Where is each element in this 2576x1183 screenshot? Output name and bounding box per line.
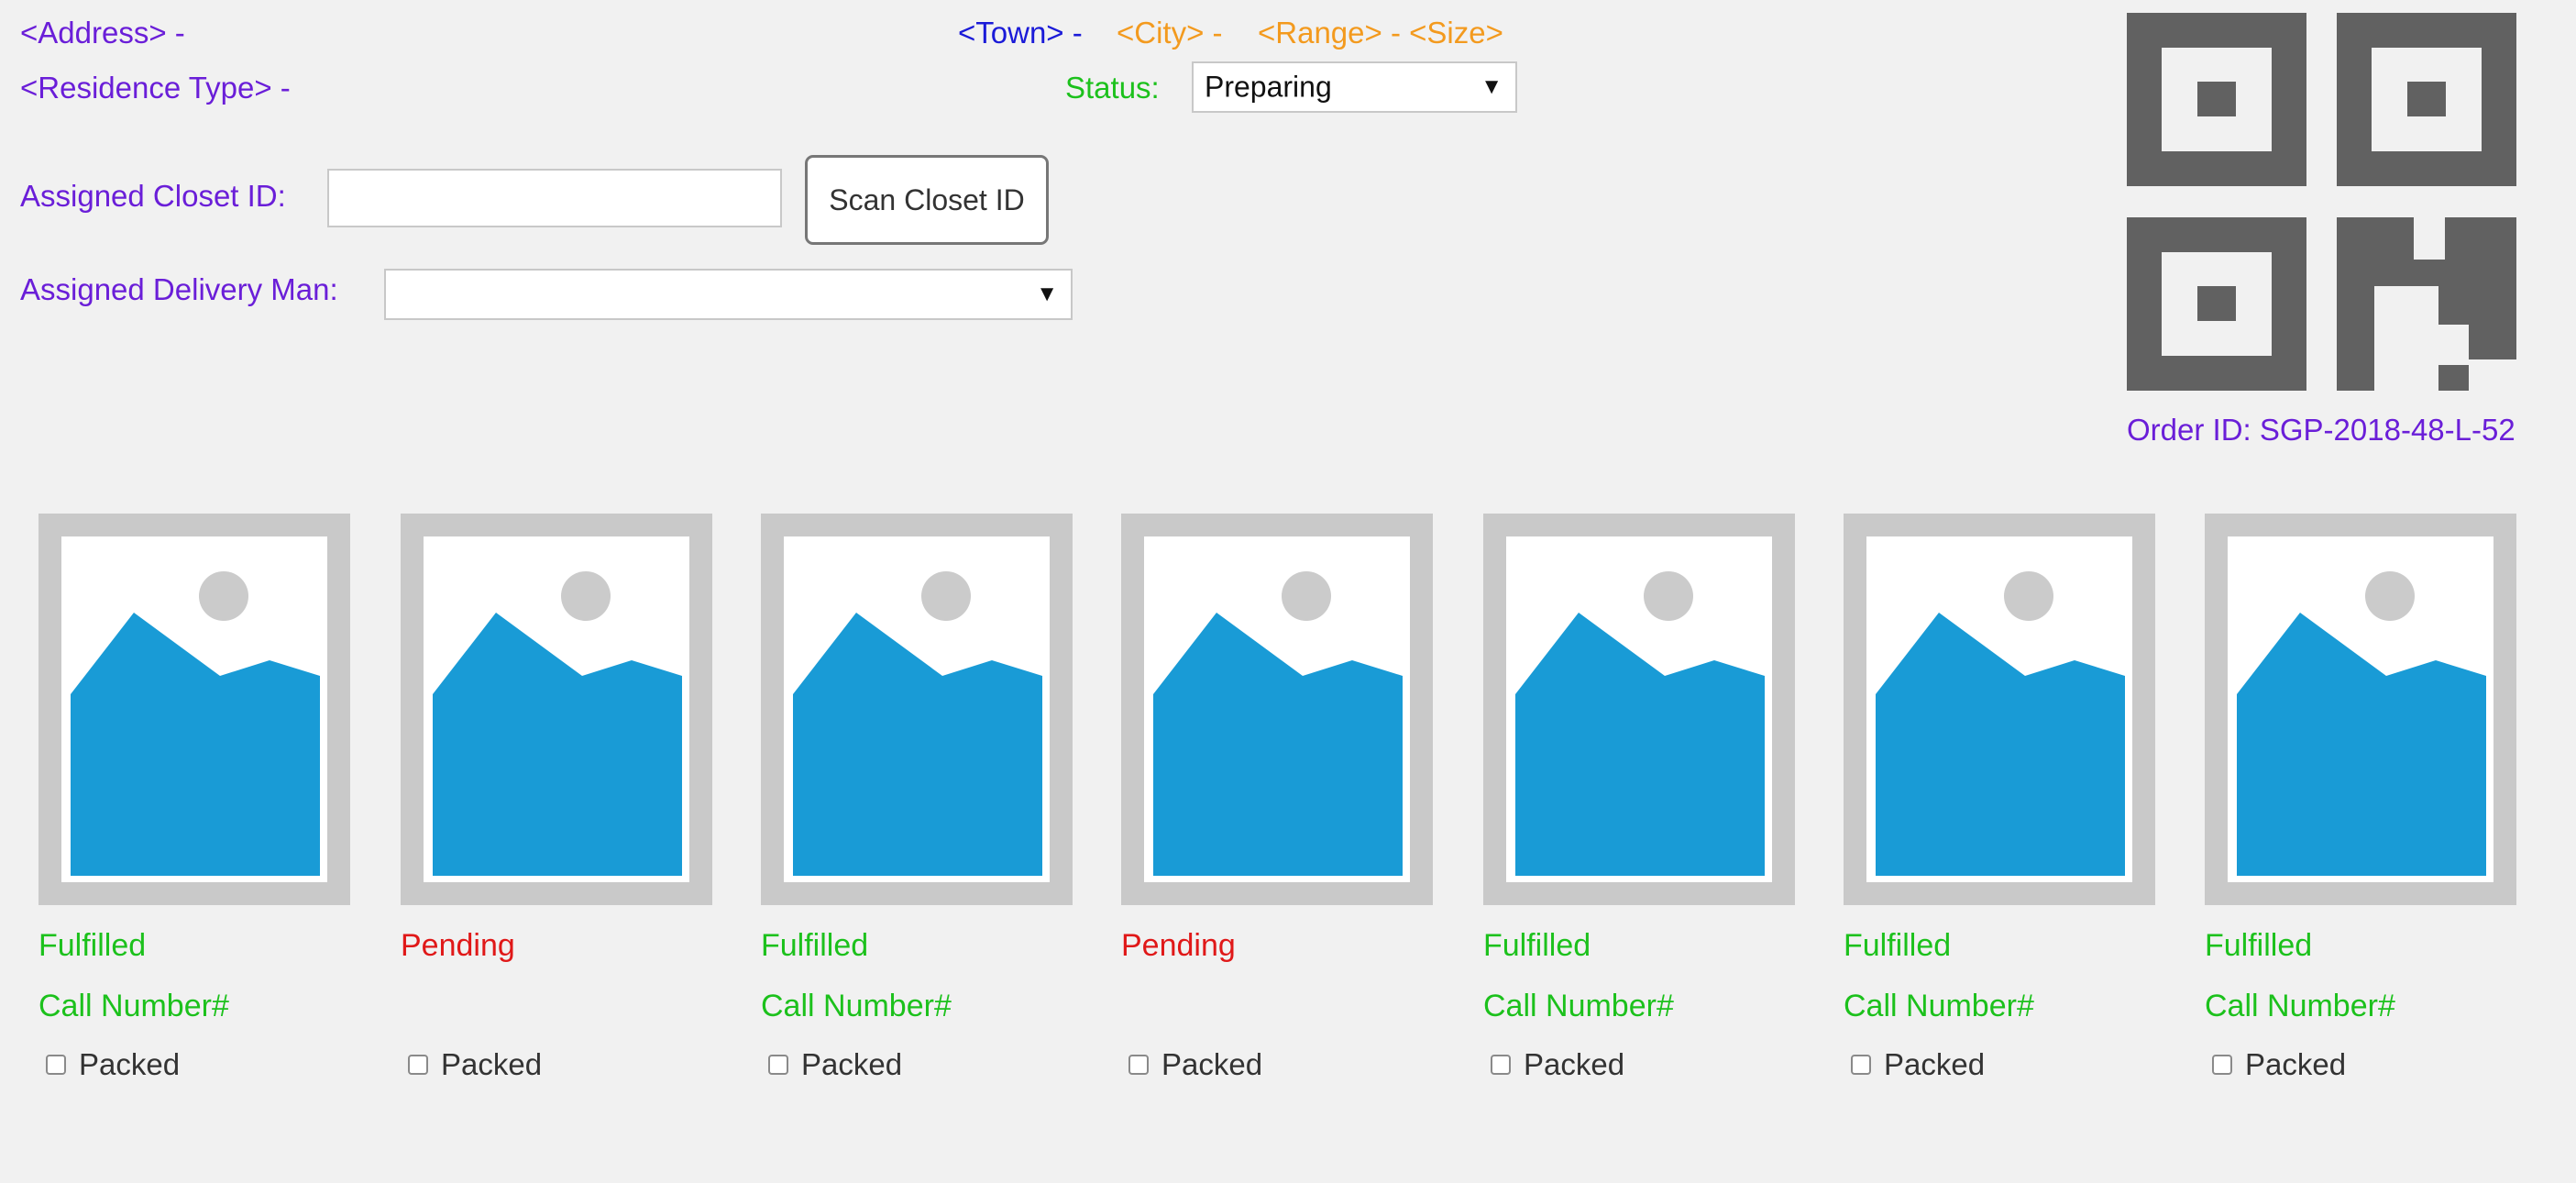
item-card: Fulfilled Call Number# Packed: [39, 514, 350, 1081]
checkbox-box[interactable]: [768, 1055, 788, 1075]
packed-label: Packed: [79, 1047, 181, 1081]
call-number-link[interactable]: Call Number#: [39, 989, 229, 1024]
item-card: Fulfilled Call Number# Packed: [1483, 514, 1795, 1081]
image-placeholder-icon[interactable]: [401, 514, 712, 905]
delivery-man-select[interactable]: ▼: [384, 269, 1073, 320]
checkbox-box[interactable]: [1491, 1055, 1511, 1075]
item-card: Fulfilled Call Number# Packed: [1844, 514, 2155, 1081]
packed-checkbox[interactable]: Packed: [2212, 1047, 2346, 1082]
chevron-down-icon: ▼: [1481, 74, 1503, 99]
packed-checkbox[interactable]: Packed: [1491, 1047, 1624, 1082]
packed-label: Packed: [1884, 1047, 1986, 1081]
item-status: Fulfilled: [39, 928, 147, 963]
item-card: Pending Packed: [401, 514, 712, 1081]
scan-closet-id-button[interactable]: Scan Closet ID: [805, 155, 1049, 245]
image-placeholder-icon[interactable]: [1844, 514, 2155, 905]
status-label: Status:: [1065, 71, 1160, 105]
image-placeholder-icon[interactable]: [1121, 514, 1433, 905]
image-placeholder-icon[interactable]: [1483, 514, 1795, 905]
checkbox-box[interactable]: [2212, 1055, 2232, 1075]
packed-label: Packed: [801, 1047, 903, 1081]
address-label: <Address> -: [20, 16, 185, 50]
packed-label: Packed: [2245, 1047, 2347, 1081]
call-number-link[interactable]: Call Number#: [1483, 989, 1674, 1024]
chevron-down-icon: ▼: [1036, 282, 1058, 306]
item-status: Fulfilled: [1844, 928, 1952, 963]
call-number-link[interactable]: Call Number#: [2205, 989, 2395, 1024]
packed-checkbox[interactable]: Packed: [1851, 1047, 1985, 1082]
residence-type-label: <Residence Type> -: [20, 71, 291, 105]
packed-checkbox[interactable]: Packed: [408, 1047, 542, 1082]
range-size-label: <Range> - <Size>: [1258, 16, 1503, 50]
packed-checkbox[interactable]: Packed: [46, 1047, 180, 1082]
call-number-link[interactable]: Call Number#: [761, 989, 952, 1024]
image-placeholder-icon[interactable]: [761, 514, 1073, 905]
status-select-value: Preparing: [1205, 70, 1332, 104]
delivery-man-label: Assigned Delivery Man:: [20, 272, 338, 306]
item-status: Fulfilled: [1483, 928, 1591, 963]
item-card: Fulfilled Call Number# Packed: [761, 514, 1073, 1081]
checkbox-box[interactable]: [46, 1055, 66, 1075]
packed-label: Packed: [1161, 1047, 1263, 1081]
call-number-link[interactable]: Call Number#: [1844, 989, 2034, 1024]
checkbox-box[interactable]: [1128, 1055, 1149, 1075]
item-status: Fulfilled: [2205, 928, 2313, 963]
checkbox-box[interactable]: [408, 1055, 428, 1075]
qr-code-icon: [2127, 13, 2516, 391]
image-placeholder-icon[interactable]: [2205, 514, 2516, 905]
packed-checkbox[interactable]: Packed: [1128, 1047, 1262, 1082]
town-label: <Town> -: [958, 16, 1083, 50]
checkbox-box[interactable]: [1851, 1055, 1871, 1075]
packed-label: Packed: [1524, 1047, 1625, 1081]
closet-id-label: Assigned Closet ID:: [20, 179, 286, 213]
city-label: <City> -: [1117, 16, 1223, 50]
item-status: Pending: [1121, 928, 1236, 963]
order-id: Order ID: SGP-2018-48-L-52: [2127, 413, 2515, 447]
item-card: Pending Packed: [1121, 514, 1433, 1081]
packed-label: Packed: [441, 1047, 543, 1081]
item-status: Pending: [401, 928, 515, 963]
closet-id-input[interactable]: [327, 169, 782, 227]
item-status: Fulfilled: [761, 928, 869, 963]
image-placeholder-icon[interactable]: [39, 514, 350, 905]
packed-checkbox[interactable]: Packed: [768, 1047, 902, 1082]
status-select[interactable]: Preparing ▼: [1192, 61, 1517, 113]
item-card: Fulfilled Call Number# Packed: [2205, 514, 2516, 1081]
